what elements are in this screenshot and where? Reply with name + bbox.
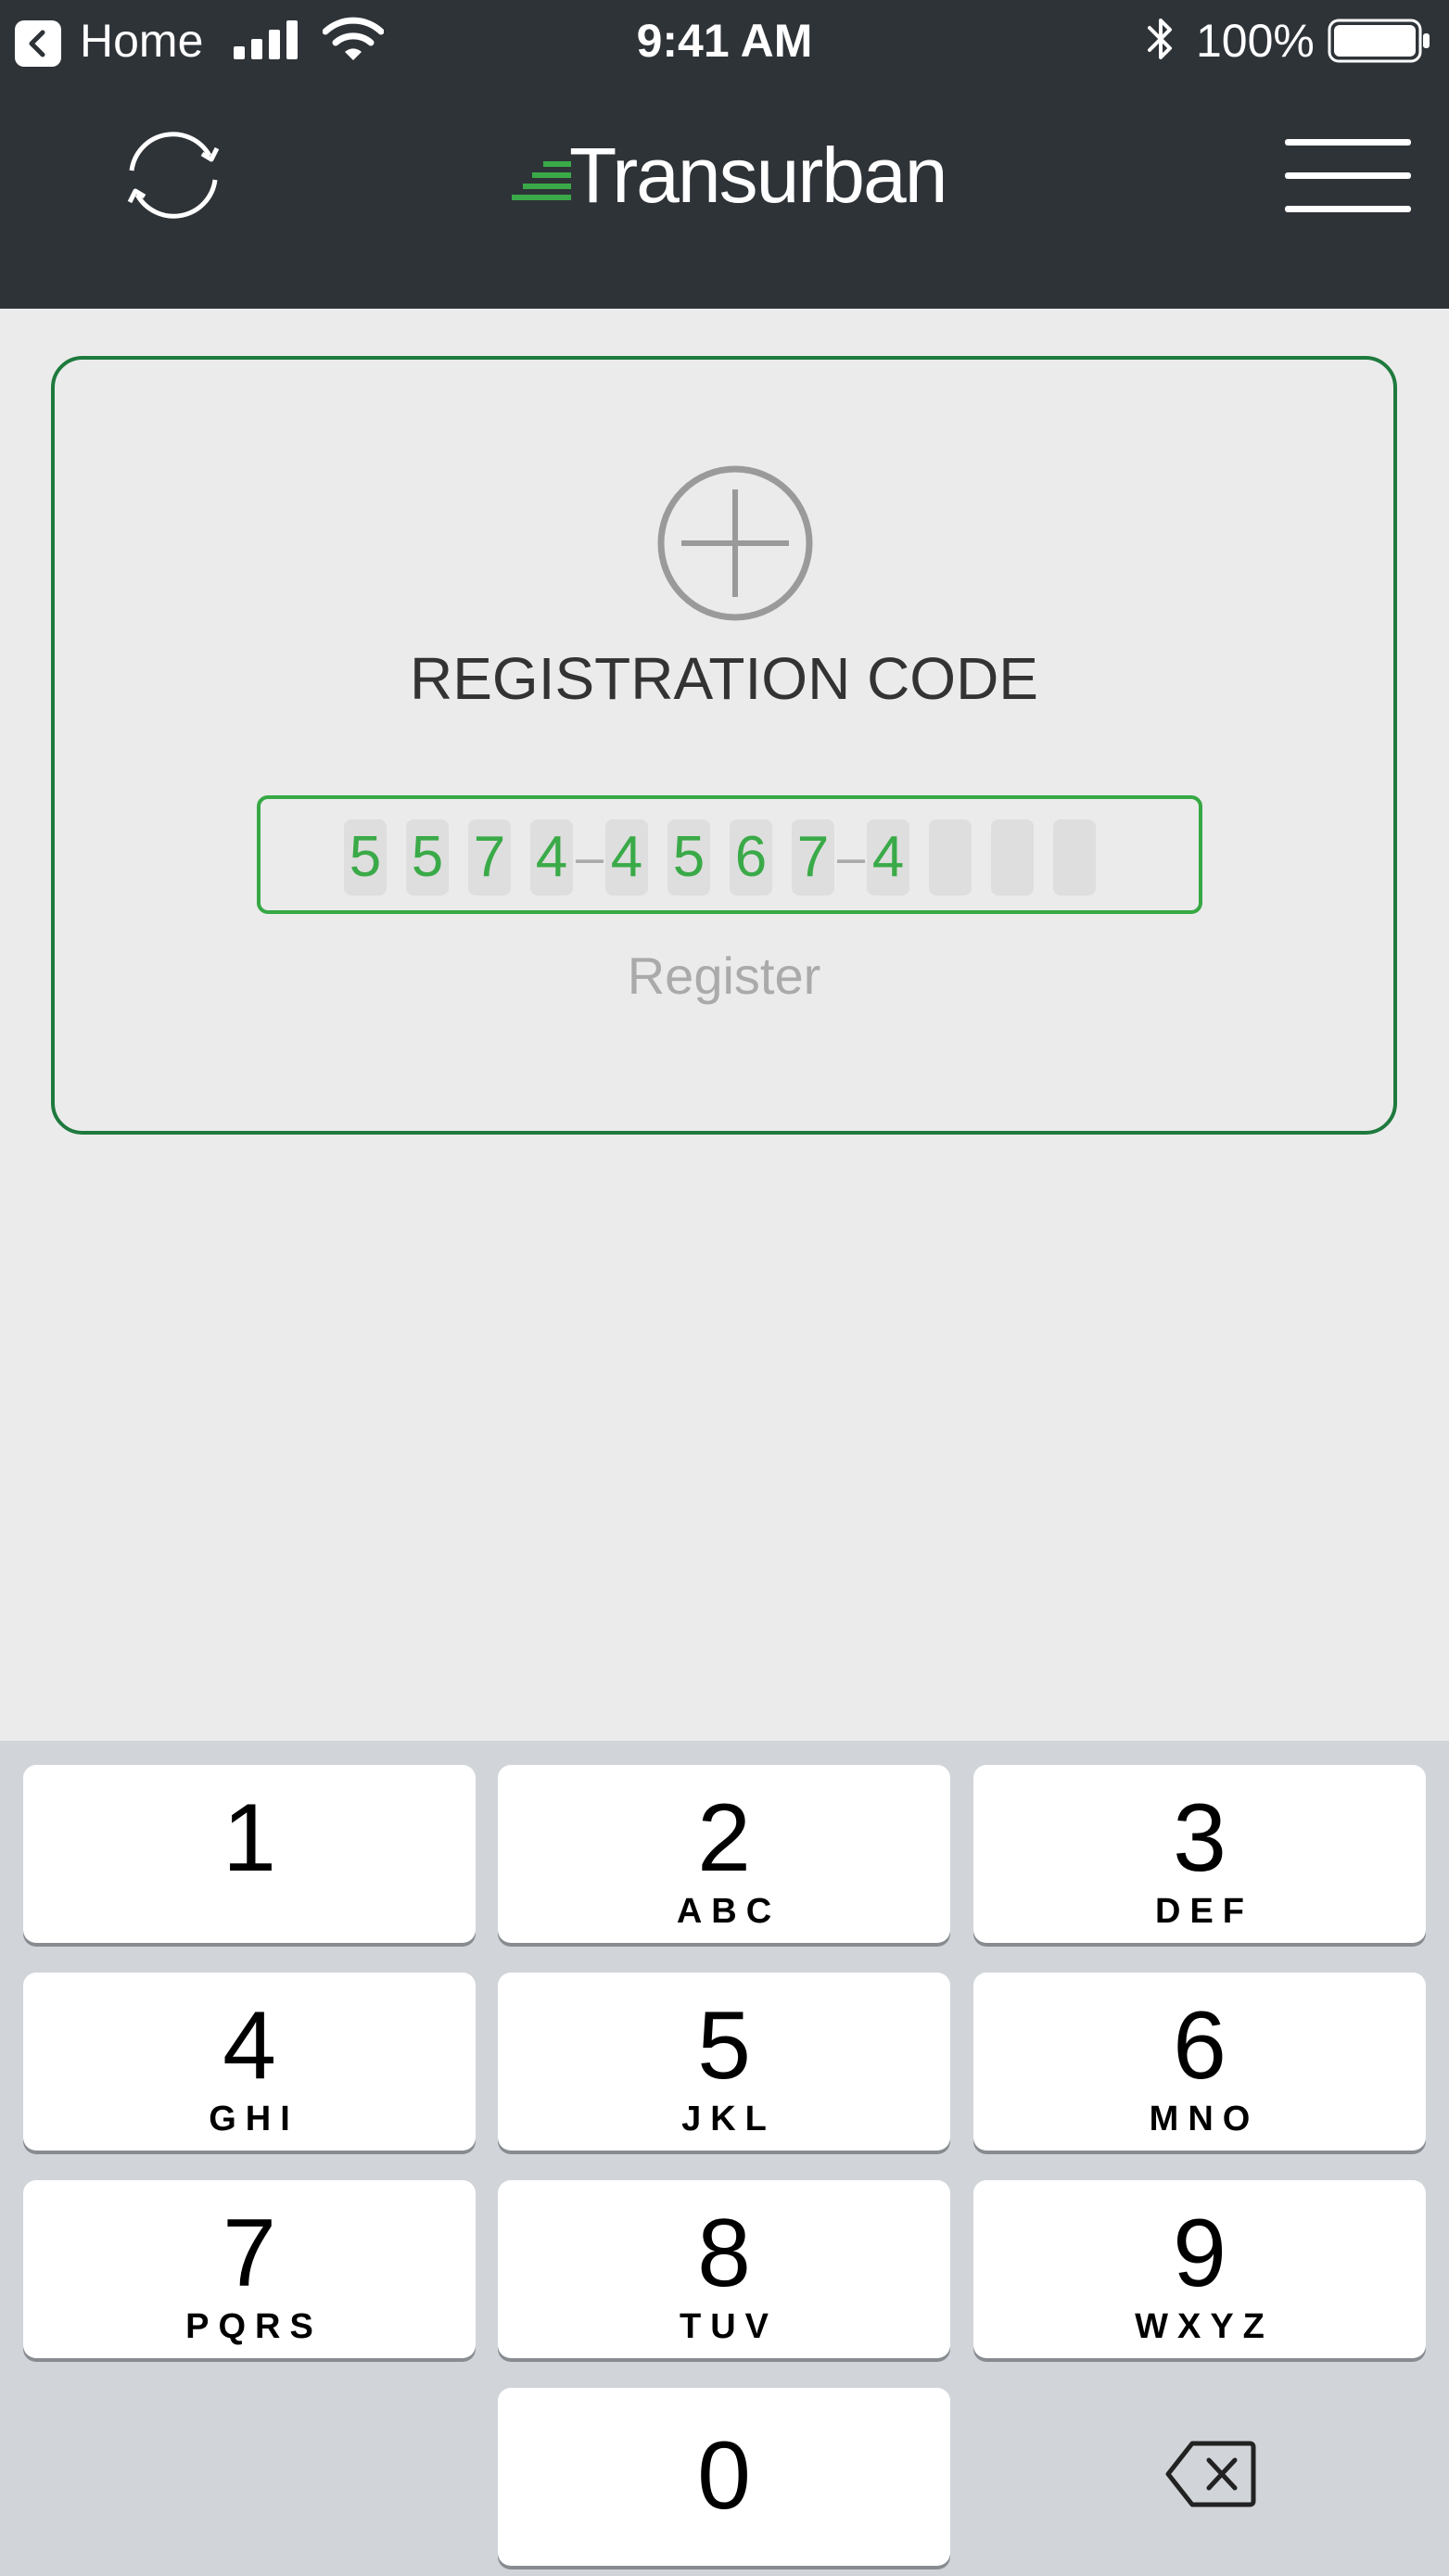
key-digit: 5 — [697, 1992, 751, 2100]
code-digit: 4 — [530, 819, 573, 895]
bluetooth-icon — [1148, 19, 1172, 59]
status-bar: Home 9:41 AM 100% — [0, 0, 1449, 83]
key-letters: DEF — [1155, 1892, 1253, 1931]
key-0[interactable]: 0 — [498, 2388, 950, 2566]
code-digit: 4 — [867, 819, 909, 895]
key-digit: 4 — [222, 1992, 276, 2100]
hamburger-menu-icon[interactable] — [1285, 133, 1411, 217]
add-circle-icon[interactable] — [654, 462, 817, 625]
key-9[interactable]: 9 WXYZ — [973, 2180, 1426, 2358]
code-digit: 6 — [730, 819, 772, 895]
key-letters: ABC — [676, 1892, 782, 1931]
app-header: Transurban — [0, 83, 1449, 309]
key-4[interactable]: 4 GHI — [23, 1973, 476, 2151]
key-letters: PQRS — [185, 2307, 323, 2346]
key-digit: 6 — [1173, 1992, 1227, 2100]
key-3[interactable]: 3 DEF — [973, 1765, 1426, 1943]
key-digit: 9 — [1173, 2200, 1227, 2307]
code-digit: 5 — [406, 819, 449, 895]
battery-icon — [1328, 19, 1430, 63]
key-digit: 2 — [697, 1784, 751, 1892]
key-8[interactable]: 8 TUV — [498, 2180, 950, 2358]
logo-stripes-icon — [512, 161, 571, 200]
code-digit: 5 — [344, 819, 387, 895]
key-digit: 3 — [1173, 1784, 1227, 1892]
registration-code-title: REGISTRATION CODE — [410, 645, 1038, 712]
code-separator: – — [837, 830, 866, 885]
code-separator: – — [576, 830, 604, 885]
key-letters: TUV — [680, 2307, 778, 2346]
key-digit: 8 — [697, 2200, 751, 2307]
key-1[interactable]: 1 — [23, 1765, 476, 1943]
key-5[interactable]: 5 JKL — [498, 1973, 950, 2151]
key-letters: WXYZ — [1135, 2307, 1274, 2346]
registration-code-input[interactable]: 5 5 7 4 – 4 5 6 7 – 4 — [257, 795, 1202, 914]
code-digit: 5 — [667, 819, 710, 895]
key-7[interactable]: 7 PQRS — [23, 2180, 476, 2358]
key-2[interactable]: 2 ABC — [498, 1765, 950, 1943]
key-6[interactable]: 6 MNO — [973, 1973, 1426, 2151]
code-digit: 4 — [605, 819, 648, 895]
refresh-icon[interactable] — [113, 115, 234, 235]
logo-text: Transurban — [569, 132, 947, 219]
code-digit — [991, 819, 1034, 895]
code-digit — [1053, 819, 1096, 895]
key-digit: 1 — [222, 1784, 276, 1892]
key-letters: JKL — [681, 2100, 776, 2138]
code-digit: 7 — [792, 819, 834, 895]
key-letters: MNO — [1149, 2100, 1260, 2138]
key-letters: GHI — [209, 2100, 299, 2138]
code-digit: 7 — [468, 819, 511, 895]
key-digit: 7 — [222, 2200, 276, 2307]
code-digit — [929, 819, 972, 895]
registration-card: REGISTRATION CODE 5 5 7 4 – 4 5 6 7 – 4 … — [51, 356, 1397, 1135]
battery-percentage: 100% — [1196, 15, 1315, 67]
delete-backspace-icon[interactable] — [1164, 2436, 1257, 2512]
register-button[interactable]: Register — [55, 944, 1393, 1009]
key-digit: 0 — [697, 2422, 751, 2530]
transurban-logo: Transurban — [512, 124, 947, 226]
